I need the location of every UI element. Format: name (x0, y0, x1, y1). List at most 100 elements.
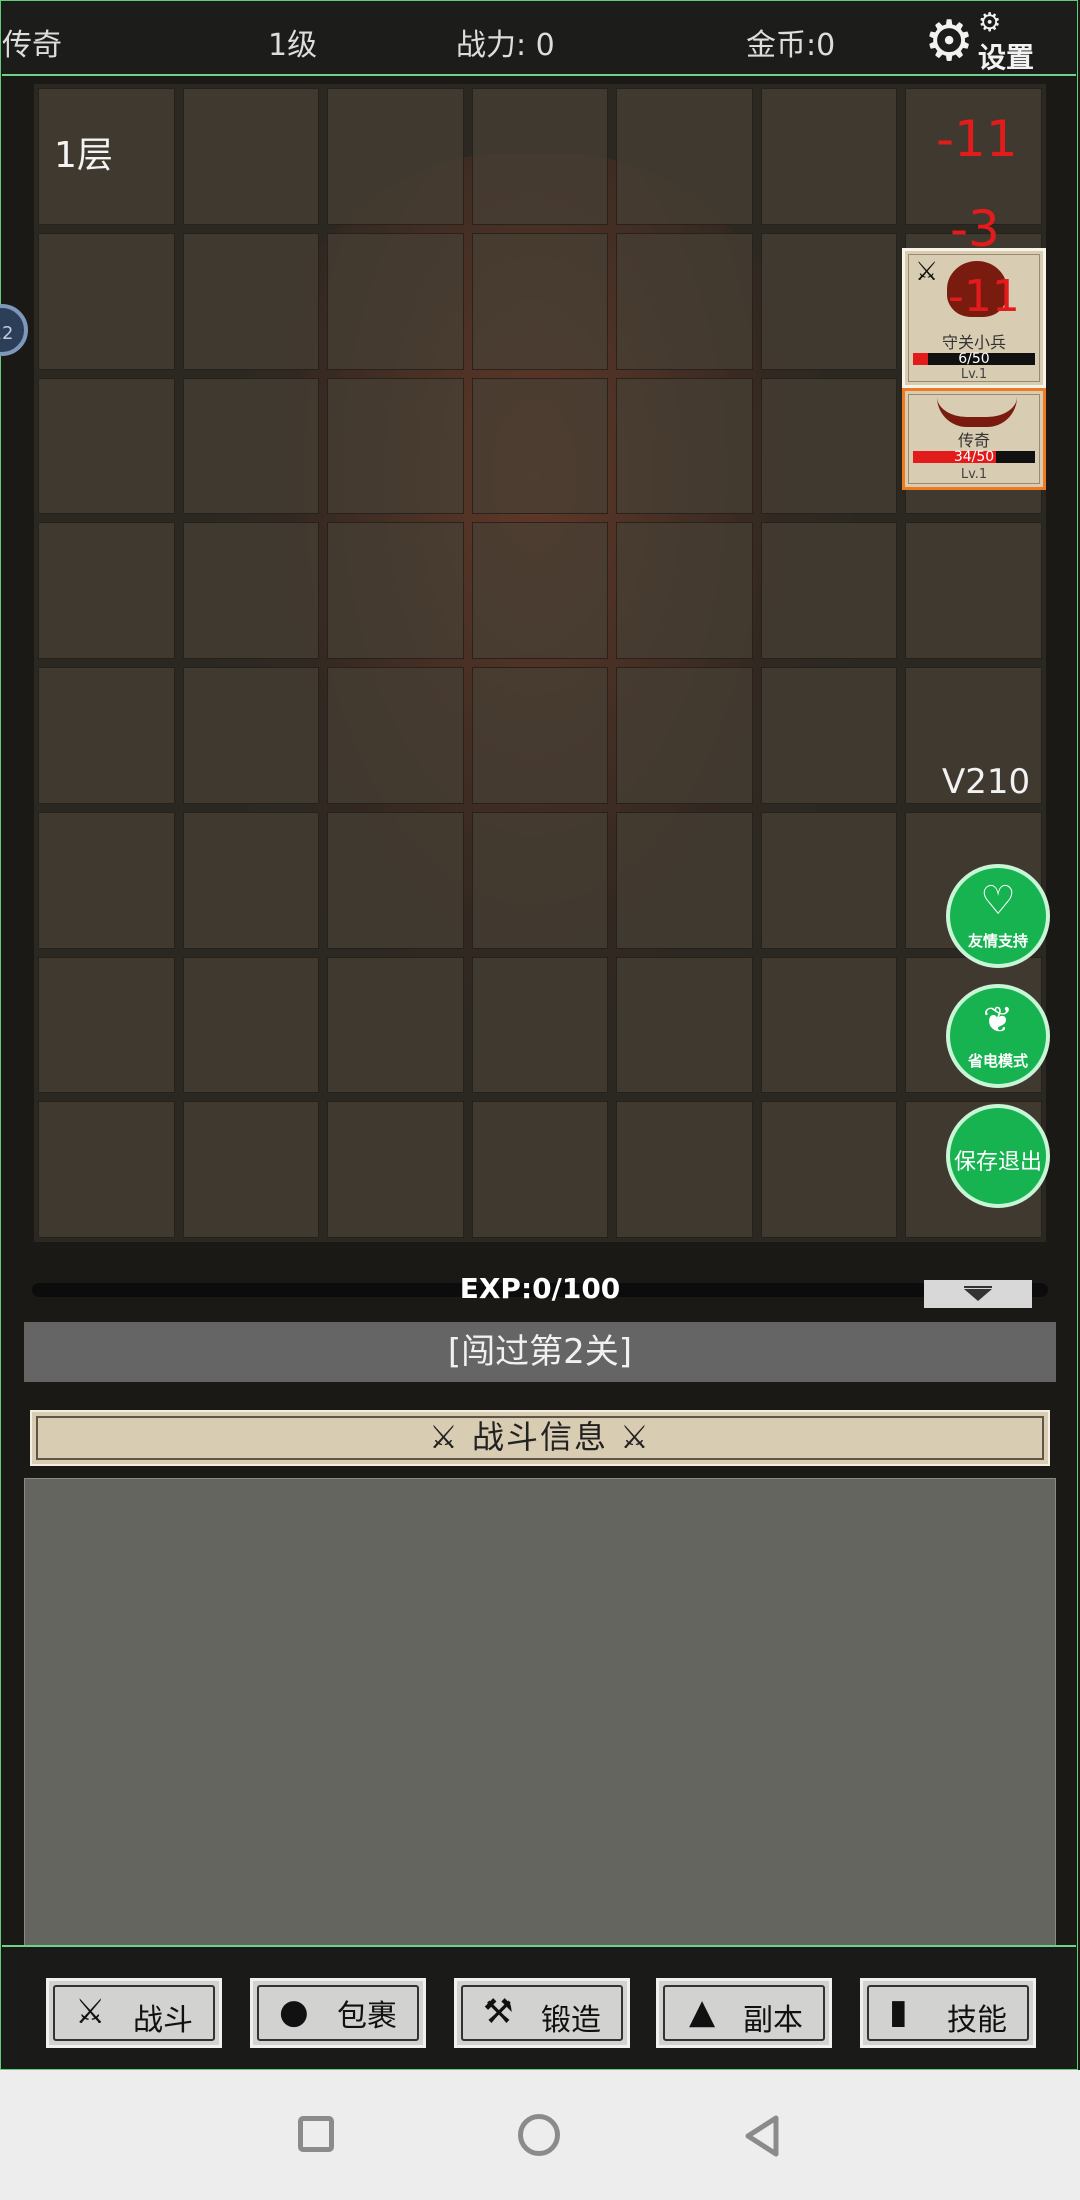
grid-cell[interactable] (616, 88, 753, 225)
grid-cell[interactable] (327, 377, 464, 515)
floor-label: 1层 (54, 135, 113, 176)
small-gear-icon: ⚙ (978, 8, 1002, 38)
nav-skills-label: 技能 (947, 2003, 1007, 2038)
player-unit-card[interactable]: 传奇 34/50 Lv.1 (902, 388, 1046, 490)
grid-cell[interactable] (760, 667, 898, 804)
grid-cell[interactable] (471, 667, 609, 804)
grid-cell[interactable] (182, 667, 320, 804)
grid-cell[interactable] (182, 1101, 320, 1238)
grid-cell[interactable] (38, 232, 175, 370)
support-label: 友情支持 (967, 932, 1028, 950)
nav-bag-button[interactable]: ● 包裹 (250, 1978, 426, 2048)
grid-cell[interactable] (760, 88, 898, 225)
nav-fight-label: 战斗 (133, 2003, 193, 2038)
grid-cell[interactable] (471, 232, 609, 370)
grid-cell[interactable] (616, 377, 753, 515)
player-level: 1级 (268, 28, 318, 63)
grid-cell[interactable] (38, 956, 175, 1094)
grid-cell[interactable] (471, 1101, 609, 1238)
nav-skills-button[interactable]: ▮ 技能 (860, 1978, 1036, 2048)
grid-cell[interactable] (182, 956, 320, 1094)
battle-log-panel (24, 1478, 1056, 1948)
grid-cell[interactable] (905, 522, 1042, 659)
grid-cell[interactable] (760, 377, 898, 515)
recent-apps-icon[interactable] (298, 2116, 334, 2152)
nav-dungeon-button[interactable]: ▲ 副本 (656, 1978, 832, 2048)
grid-cell[interactable] (327, 88, 464, 225)
damage-number: -3 (950, 200, 1000, 258)
grid-cell[interactable] (182, 811, 320, 949)
grid-cell[interactable] (616, 667, 753, 804)
top-status-bar: 传奇 1级 战力: 0 金币:0 ⚙ ⚙ 设置 (2, 2, 1076, 76)
back-icon[interactable] (738, 2112, 786, 2160)
player-hp-text: 34/50 (953, 449, 995, 465)
grid-cell[interactable] (327, 232, 464, 370)
grid-cell[interactable] (616, 811, 753, 949)
grid-cell[interactable] (616, 232, 753, 370)
grid-cell[interactable] (471, 956, 609, 1094)
grid-cell[interactable] (616, 956, 753, 1094)
grid-cell[interactable] (471, 377, 609, 515)
battle-grid (34, 84, 1046, 1242)
money-bag-icon: ● (279, 1992, 309, 2032)
crossed-swords-icon: ⚔ (608, 1418, 651, 1456)
grid-cell[interactable] (616, 522, 753, 659)
grid-cell[interactable] (182, 522, 320, 659)
gear-icon: ⚙ (924, 9, 975, 74)
grid-cell[interactable] (38, 1101, 175, 1238)
grid-cell[interactable] (38, 377, 175, 515)
grid-cell[interactable] (327, 956, 464, 1094)
grid-cell[interactable] (327, 1101, 464, 1238)
grid-cell[interactable] (760, 811, 898, 949)
grid-cell[interactable] (182, 377, 320, 515)
nav-fight-button[interactable]: ⚔ 战斗 (46, 1978, 222, 2048)
power-save-label: 省电模式 (967, 1052, 1028, 1070)
grid-cell[interactable] (616, 1101, 753, 1238)
grid-cell[interactable] (38, 811, 175, 949)
nav-forge-button[interactable]: ⚒ 锻造 (454, 1978, 630, 2048)
gold-counter: 金币:0 (746, 28, 836, 63)
crossed-swords-icon: ⚔ (429, 1418, 472, 1456)
grid-cell[interactable] (327, 522, 464, 659)
home-icon[interactable] (518, 2114, 560, 2156)
grid-cell[interactable] (38, 667, 175, 804)
grid-cell[interactable] (327, 811, 464, 949)
grid-cell[interactable] (182, 232, 320, 370)
grid-cell[interactable] (471, 811, 609, 949)
expand-toggle-button[interactable] (924, 1280, 1032, 1308)
heart-icon: ♡ (980, 878, 1016, 924)
enemy-hp-text: 6/50 (958, 351, 990, 367)
damage-number: -11 (936, 110, 1018, 168)
rabbit-icon: ❦ (982, 1000, 1014, 1041)
grid-cell[interactable] (182, 88, 320, 225)
grid-cell[interactable] (760, 956, 898, 1094)
settings-label: 设置 (978, 41, 1035, 74)
crossed-swords-icon: ⚔ (915, 257, 939, 287)
book-icon: ▮ (889, 1992, 908, 2032)
nav-dungeon-label: 副本 (743, 2003, 803, 2038)
hammer-icon: ⚒ (483, 1992, 514, 2032)
version-label: V210 (942, 762, 1031, 802)
power-save-button[interactable]: ❦ 省电模式 (946, 984, 1050, 1088)
exp-text: EXP:0/100 (459, 1272, 621, 1305)
save-exit-label: 保存退出 (953, 1150, 1042, 1175)
enemy-name: 守关小兵 (941, 333, 1006, 352)
nav-forge-label: 锻造 (541, 2003, 601, 2038)
player-hp-bar: 34/50 (913, 449, 1035, 465)
grid-cell[interactable] (471, 522, 609, 659)
stage-banner: [闯过第2关] (24, 1322, 1056, 1382)
crossed-swords-icon: ⚔ (75, 1992, 106, 2032)
grid-cell[interactable] (760, 232, 898, 370)
combat-power: 战力: 0 (456, 28, 555, 63)
grid-cell[interactable] (760, 1101, 898, 1238)
grid-cell[interactable] (760, 522, 898, 659)
battle-info-title: 战斗信息 (471, 1418, 608, 1456)
grid-cell[interactable] (327, 667, 464, 804)
chevron-down-icon (964, 1286, 992, 1288)
player-unit-name: 传奇 (957, 431, 990, 450)
grid-cell[interactable] (471, 88, 609, 225)
grid-cell[interactable] (38, 522, 175, 659)
support-button[interactable]: ♡ 友情支持 (946, 864, 1050, 968)
settings-button[interactable]: ⚙ ⚙ 设置 (924, 8, 1074, 74)
save-exit-button[interactable]: 保存退出 (946, 1104, 1050, 1208)
